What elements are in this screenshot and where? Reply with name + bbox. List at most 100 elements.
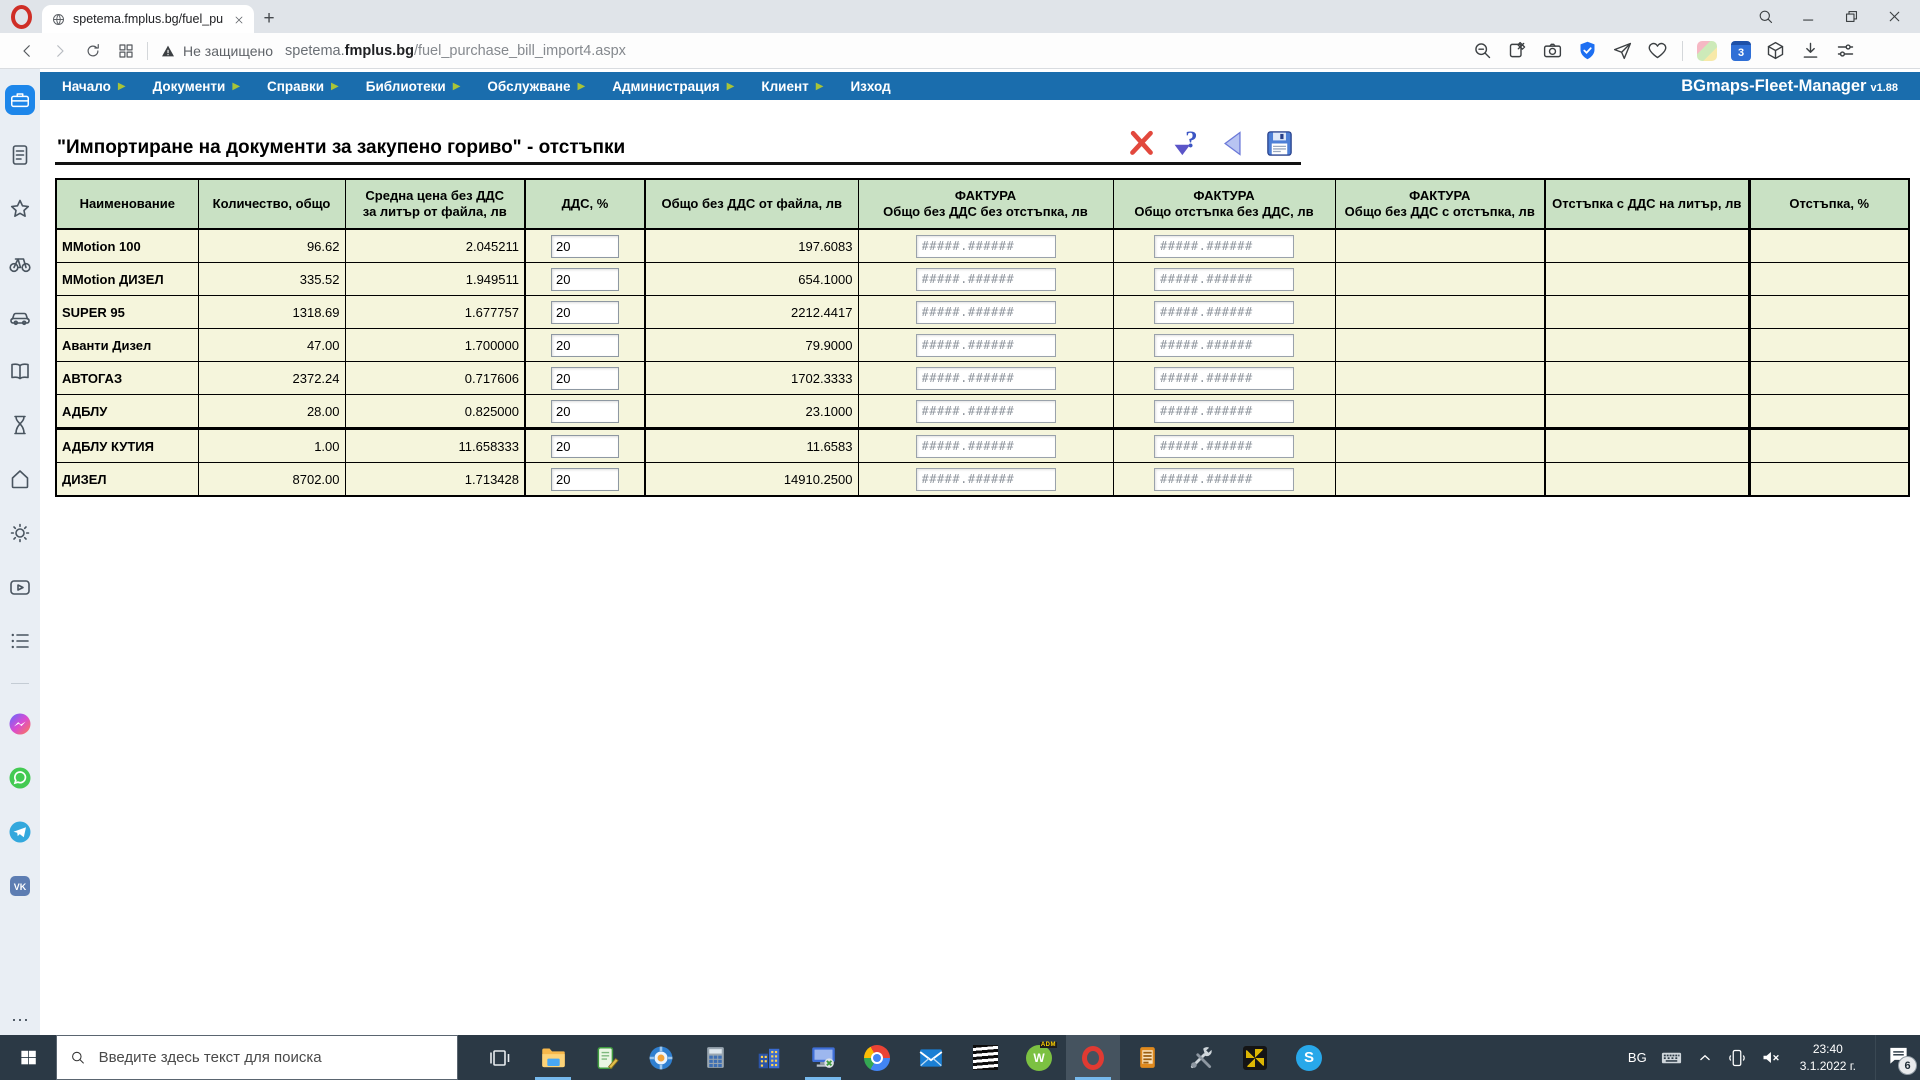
browser-tab[interactable]: spetema.fmplus.bg/fuel_pu — [42, 5, 254, 33]
menu-item-administratsia[interactable]: Администрация ▶ — [612, 79, 734, 94]
easy-setup-sliders-icon[interactable] — [1835, 40, 1856, 61]
menu-item-biblioteki[interactable]: Библиотеки ▶ — [366, 79, 461, 94]
forward-button[interactable] — [51, 42, 69, 60]
sidebar-video-popout-icon[interactable] — [8, 575, 32, 599]
vat-input[interactable] — [551, 366, 619, 390]
zoom-out-icon[interactable] — [1472, 40, 1493, 61]
vat-input[interactable] — [551, 434, 619, 458]
sidebar-car-icon[interactable] — [8, 305, 32, 329]
sidebar-brightness-sun-icon[interactable] — [8, 521, 32, 545]
invoice-discount-input[interactable] — [1154, 399, 1294, 423]
send-flow-icon[interactable] — [1612, 40, 1633, 61]
calendar-icon[interactable]: 3 — [1731, 40, 1751, 61]
taskbar-zebra-icon[interactable] — [958, 1035, 1012, 1080]
menu-item-obsluzhvane[interactable]: Обслужване ▶ — [487, 79, 585, 94]
vat-input[interactable] — [551, 467, 619, 491]
taskbar-mail-icon[interactable] — [904, 1035, 958, 1080]
invoice-total-input[interactable] — [915, 234, 1056, 258]
chevron-up-icon[interactable] — [1696, 1049, 1714, 1067]
sidebar-playlist-icon[interactable] — [8, 629, 32, 653]
pinboard-cube-icon[interactable] — [1697, 40, 1717, 61]
taskbar-device-icon[interactable] — [1120, 1035, 1174, 1080]
taskbar-calculator-icon[interactable] — [688, 1035, 742, 1080]
notification-center-button[interactable]: 6 — [1875, 1035, 1920, 1080]
reload-button[interactable] — [84, 42, 102, 60]
invoice-total-input[interactable] — [915, 300, 1056, 324]
taskbar-tools-icon[interactable] — [1174, 1035, 1228, 1080]
invoice-total-input[interactable] — [915, 267, 1056, 291]
menu-item-izhod[interactable]: Изход — [850, 79, 890, 94]
sidebar-vk-icon[interactable]: VK — [8, 874, 32, 898]
taskbar-compass-icon[interactable] — [634, 1035, 688, 1080]
menu-item-nachalo[interactable]: Начало ▶ — [62, 79, 126, 94]
extensions-box-icon[interactable] — [1765, 40, 1786, 61]
invoice-total-input[interactable] — [915, 333, 1056, 357]
vat-input[interactable] — [551, 267, 619, 291]
taskbar-search-input[interactable] — [96, 1048, 444, 1067]
invoice-discount-input[interactable] — [1154, 300, 1294, 324]
window-close-icon[interactable] — [1873, 0, 1916, 33]
help-button[interactable]: ? — [1172, 126, 1203, 159]
taskbar-service-tool-icon[interactable] — [1228, 1035, 1282, 1080]
taskbar-search[interactable] — [56, 1035, 458, 1080]
address-url[interactable]: spetema.fmplus.bg/fuel_purchase_bill_imp… — [285, 43, 626, 59]
taskbar-task-view-icon[interactable] — [472, 1035, 526, 1080]
sidebar-whatsapp-icon[interactable] — [8, 766, 32, 790]
vat-input[interactable] — [551, 333, 619, 357]
menu-item-spravki[interactable]: Справки ▶ — [267, 79, 339, 94]
sidebar-messenger-icon[interactable] — [8, 712, 32, 736]
taskbar-skype-icon[interactable]: S — [1282, 1035, 1336, 1080]
taskbar-remote-desktop-icon[interactable] — [796, 1035, 850, 1080]
invoice-discount-input[interactable] — [1154, 434, 1294, 458]
language-indicator[interactable]: BG — [1628, 1050, 1647, 1065]
tab-close-icon[interactable] — [233, 13, 245, 25]
vat-input[interactable] — [551, 399, 619, 423]
taskbar-adm-icon[interactable]: W ADM — [1012, 1035, 1066, 1080]
sidebar-star-icon[interactable] — [8, 197, 32, 221]
speed-dial-button[interactable] — [117, 42, 135, 60]
taskbar-chrome-icon[interactable] — [850, 1035, 904, 1080]
taskbar-opera-icon[interactable] — [1066, 1035, 1120, 1080]
cancel-button[interactable] — [1126, 128, 1157, 159]
sidebar-home-icon[interactable] — [8, 467, 32, 491]
taskbar-buildings-icon[interactable] — [742, 1035, 796, 1080]
window-minimize-icon[interactable] — [1787, 0, 1830, 33]
sidebar-document-icon[interactable] — [8, 143, 32, 167]
bookmark-pin-icon[interactable] — [1507, 40, 1528, 61]
invoice-total-input[interactable] — [915, 366, 1056, 390]
volume-muted-icon[interactable] — [1760, 1047, 1781, 1068]
invoice-total-input[interactable] — [915, 399, 1056, 423]
sidebar-book-icon[interactable] — [8, 359, 32, 383]
sidebar-bicycle-icon[interactable] — [8, 251, 32, 275]
back-button[interactable] — [18, 42, 36, 60]
window-restore-icon[interactable] — [1830, 0, 1873, 33]
security-chip[interactable]: Не защищено — [160, 43, 273, 59]
vat-input[interactable] — [551, 300, 619, 324]
taskbar-notes-icon[interactable] — [580, 1035, 634, 1080]
vat-input[interactable] — [551, 234, 619, 258]
taskbar-clock[interactable]: 23:40 3.1.2022 г. — [1800, 1041, 1856, 1073]
back-button[interactable] — [1218, 128, 1249, 159]
favorites-heart-icon[interactable] — [1647, 40, 1668, 61]
sidebar-more-button[interactable]: ⋯ — [11, 1011, 29, 1029]
start-button[interactable] — [0, 1035, 56, 1080]
invoice-total-input[interactable] — [915, 467, 1056, 491]
save-button[interactable] — [1264, 128, 1295, 159]
invoice-discount-input[interactable] — [1154, 267, 1294, 291]
invoice-discount-input[interactable] — [1154, 467, 1294, 491]
snapshot-camera-icon[interactable] — [1542, 40, 1563, 61]
sidebar-workspace-briefcase-icon[interactable] — [5, 85, 35, 115]
window-search-icon[interactable] — [1744, 0, 1787, 33]
taskbar-file-explorer-icon[interactable] — [526, 1035, 580, 1080]
new-tab-button[interactable]: + — [254, 5, 284, 33]
sidebar-telegram-icon[interactable] — [8, 820, 32, 844]
phone-link-icon[interactable] — [1727, 1048, 1747, 1068]
menu-item-klient[interactable]: Клиент ▶ — [761, 79, 823, 94]
invoice-total-input[interactable] — [915, 434, 1056, 458]
keyboard-icon[interactable] — [1660, 1046, 1683, 1069]
invoice-discount-input[interactable] — [1154, 333, 1294, 357]
opera-menu-button[interactable] — [0, 0, 42, 33]
vpn-shield-icon[interactable] — [1577, 40, 1598, 61]
downloads-icon[interactable] — [1800, 40, 1821, 61]
invoice-discount-input[interactable] — [1154, 366, 1294, 390]
